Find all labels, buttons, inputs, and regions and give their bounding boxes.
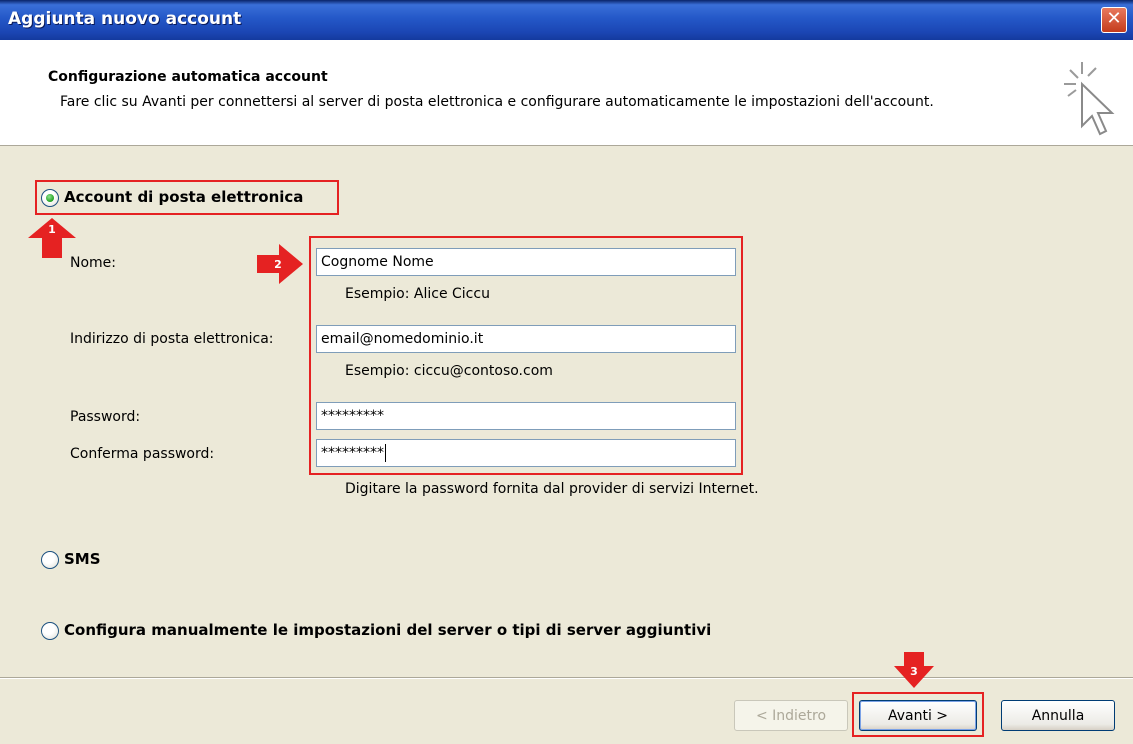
email-hint: Esempio: ciccu@contoso.com xyxy=(345,363,553,379)
email-account-radio[interactable] xyxy=(41,189,59,207)
confirm-password-input[interactable]: ********* xyxy=(316,439,736,467)
name-input[interactable]: Cognome Nome xyxy=(316,248,736,276)
email-account-label[interactable]: Account di posta elettronica xyxy=(64,188,303,206)
step2-badge: 2 xyxy=(274,258,282,271)
title-bar: Aggiunta nuovo account ✕ xyxy=(0,0,1133,40)
radio-selected-dot xyxy=(46,194,54,202)
step1-badge: 1 xyxy=(48,223,56,236)
footer-divider xyxy=(0,677,1133,679)
password-input[interactable]: ********* xyxy=(316,402,736,430)
step3-badge: 3 xyxy=(910,665,918,678)
header-description: Fare clic su Avanti per connettersi al s… xyxy=(60,94,934,110)
text-caret xyxy=(385,444,386,462)
manual-config-radio[interactable] xyxy=(41,622,59,640)
confirm-password-value: ********* xyxy=(321,445,384,461)
next-button[interactable]: Avanti > xyxy=(859,700,977,731)
sms-label[interactable]: SMS xyxy=(64,550,101,568)
close-icon: ✕ xyxy=(1106,8,1122,29)
window-title: Aggiunta nuovo account xyxy=(8,9,242,29)
password-label: Password: xyxy=(70,409,141,425)
cancel-button[interactable]: Annulla xyxy=(1001,700,1115,731)
email-input[interactable]: email@nomedominio.it xyxy=(316,325,736,353)
cursor-sparkle-icon xyxy=(1064,62,1115,136)
close-button[interactable]: ✕ xyxy=(1101,7,1127,33)
sms-radio[interactable] xyxy=(41,551,59,569)
header-title: Configurazione automatica account xyxy=(48,69,328,85)
name-hint: Esempio: Alice Ciccu xyxy=(345,286,490,302)
header-panel: Configurazione automatica account Fare c… xyxy=(0,40,1133,146)
name-label: Nome: xyxy=(70,255,117,271)
manual-config-label[interactable]: Configura manualmente le impostazioni de… xyxy=(64,621,711,639)
password-hint: Digitare la password fornita dal provide… xyxy=(345,481,759,497)
email-label: Indirizzo di posta elettronica: xyxy=(70,331,274,347)
back-button[interactable]: < Indietro xyxy=(734,700,848,731)
confirm-password-label: Conferma password: xyxy=(70,446,215,462)
